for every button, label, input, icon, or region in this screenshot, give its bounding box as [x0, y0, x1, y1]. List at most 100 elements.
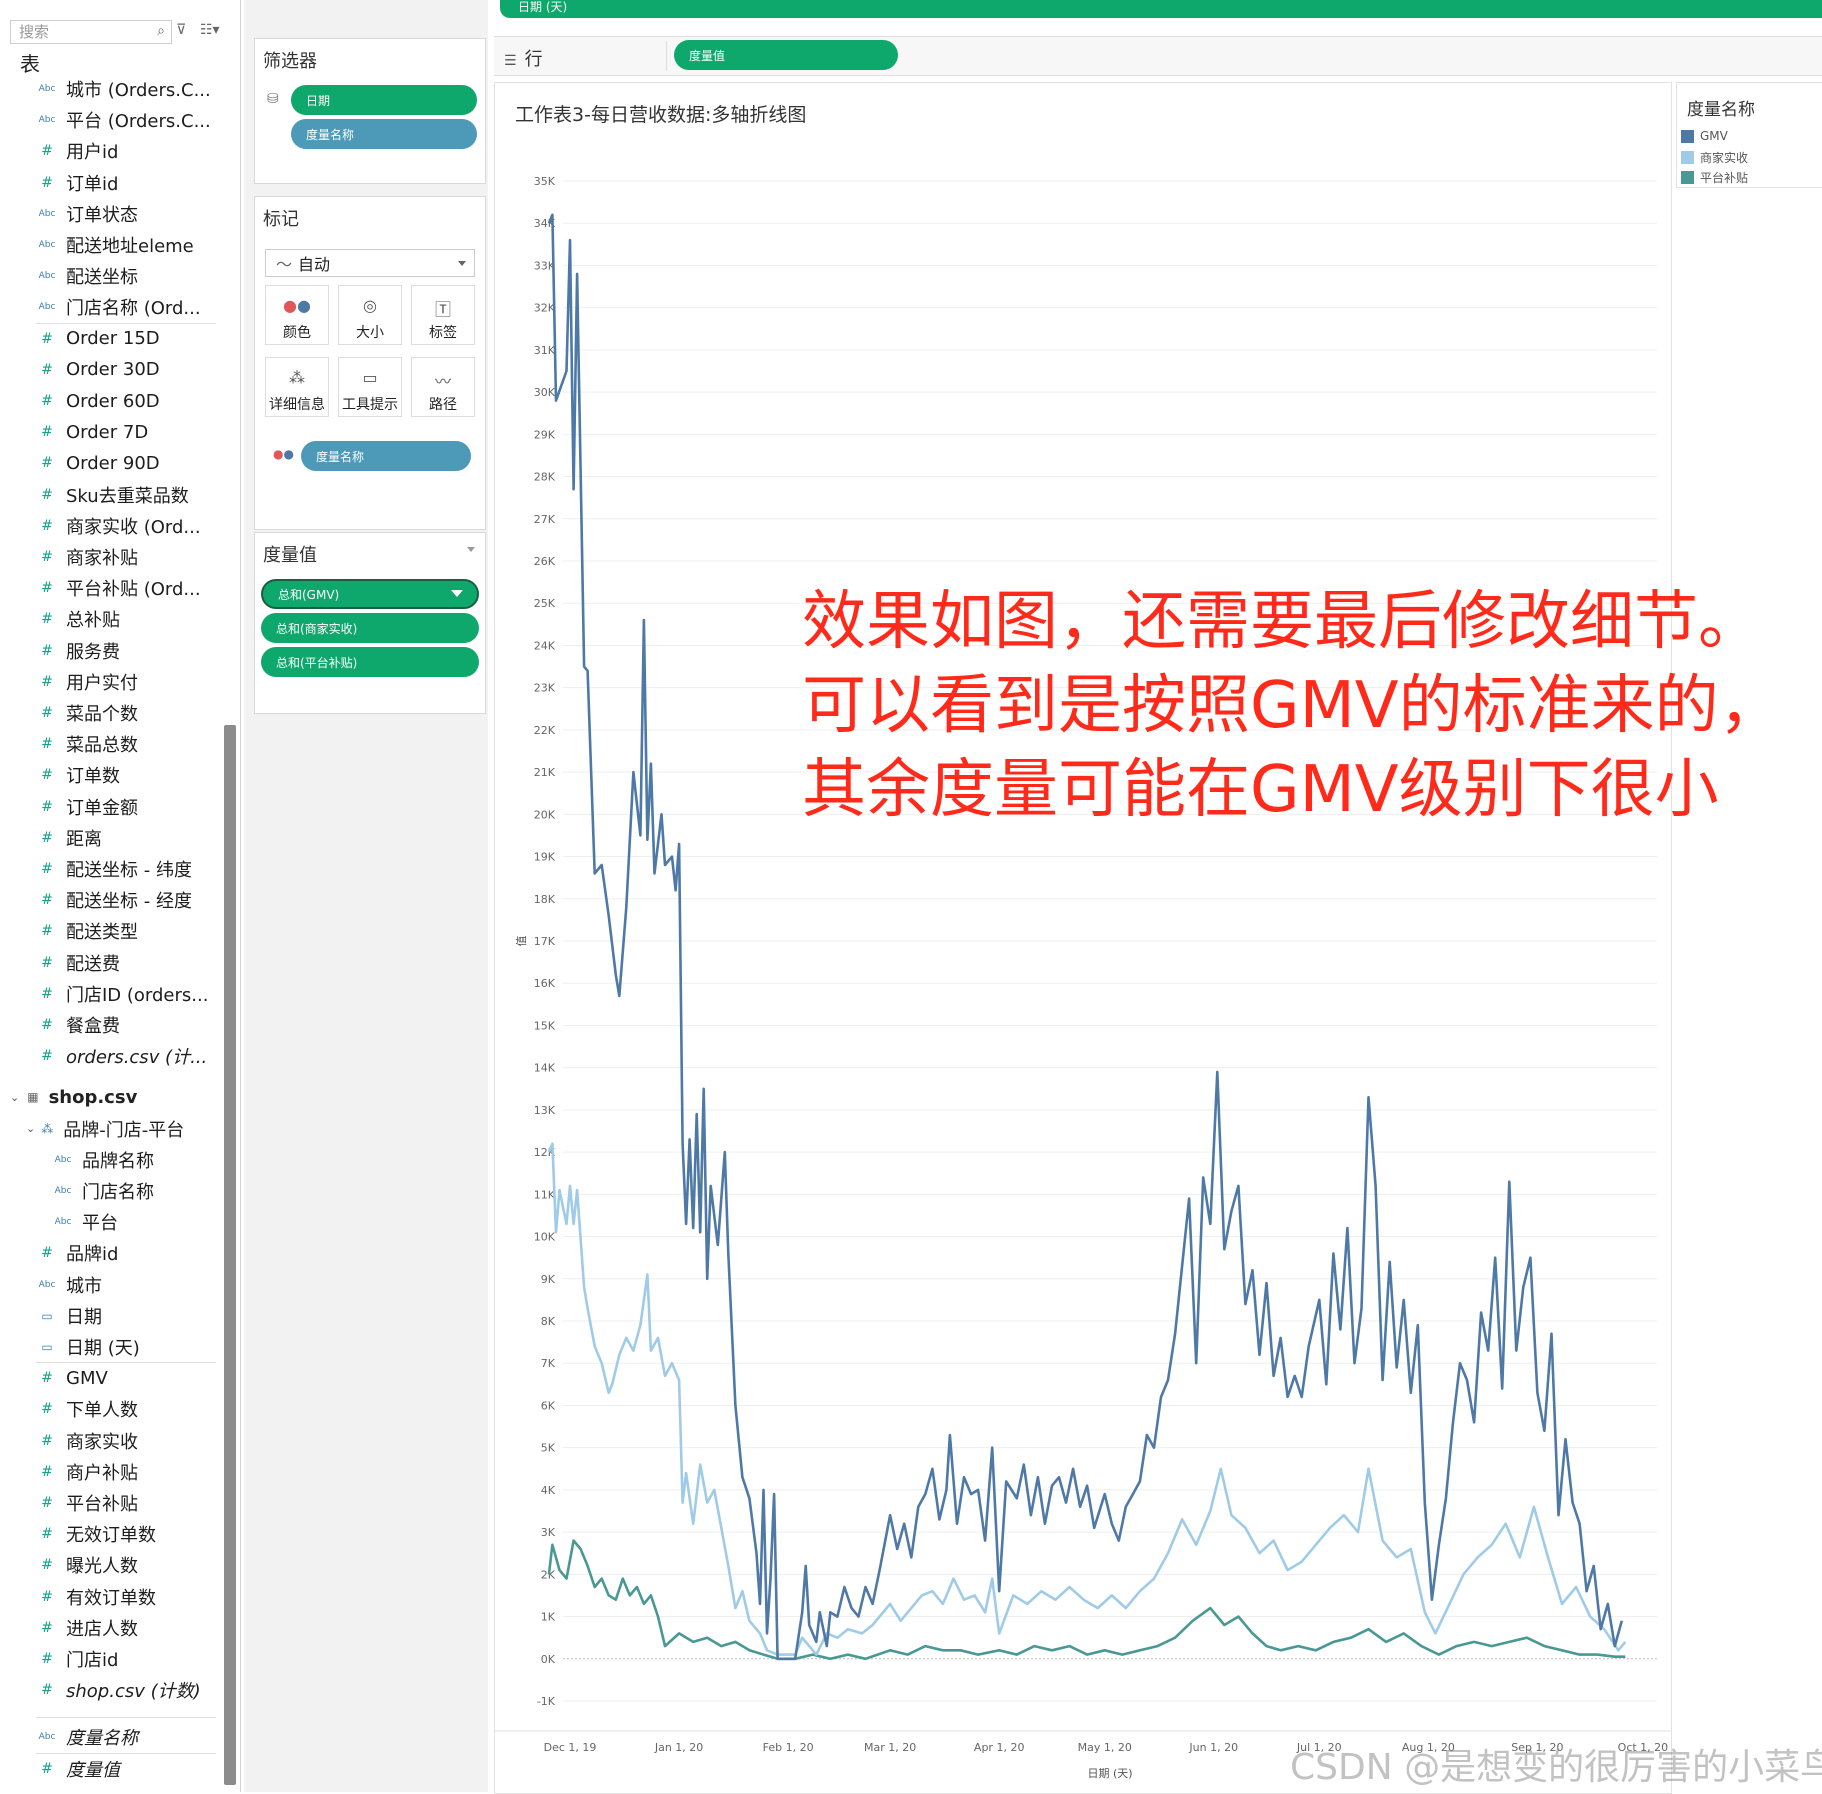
field-item[interactable]: # shop.csv (计数): [0, 1676, 218, 1704]
field-item[interactable]: # 商家补贴: [0, 543, 218, 571]
view-options-icon[interactable]: ☷▾: [200, 22, 220, 38]
legend-item-gmv[interactable]: GMV: [1681, 129, 1728, 143]
field-item[interactable]: # 商家实收 (Ord...: [0, 512, 218, 540]
field-item[interactable]: # 订单金额: [0, 793, 218, 821]
field-item[interactable]: Abc 城市 (Orders.C...: [0, 75, 218, 103]
series-line-平台补贴[interactable]: [547, 1539, 1626, 1661]
field-item[interactable]: ▭ 日期 (天): [0, 1333, 218, 1361]
legend-item-merchant-revenue[interactable]: 商家实收: [1681, 149, 1748, 166]
collapse-chevron-icon[interactable]: ⌄: [10, 1091, 19, 1104]
field-item[interactable]: # 菜品个数: [0, 699, 218, 727]
tooltip-button[interactable]: ▭ 工具提示: [338, 357, 402, 417]
field-label: 距离: [66, 828, 102, 850]
field-item[interactable]: # 平台补贴 (Ord...: [0, 574, 218, 602]
field-item[interactable]: # 订单数: [0, 761, 218, 789]
field-item[interactable]: # orders.csv (计...: [0, 1042, 218, 1070]
field-label: 门店ID (orders...: [66, 984, 209, 1006]
number-type-icon: #: [41, 1760, 53, 1777]
field-item[interactable]: Abc 平台: [0, 1208, 218, 1236]
field-item[interactable]: Abc 门店名称 (Ord...: [0, 293, 218, 321]
field-item[interactable]: # Order 30D: [0, 356, 218, 384]
columns-pill-date-day[interactable]: 日期 (天): [500, 0, 1822, 18]
series-line-GMV[interactable]: [547, 213, 1624, 1661]
mark-type-label: 自动: [298, 255, 331, 274]
field-item[interactable]: Abc 配送地址eleme: [0, 231, 218, 259]
scrollbar[interactable]: [224, 725, 236, 1785]
field-item[interactable]: # 服务费: [0, 637, 218, 665]
filter-pill-date[interactable]: 日期: [291, 85, 477, 115]
filter-icon[interactable]: ⊽: [176, 22, 186, 38]
field-item[interactable]: # 配送坐标 - 经度: [0, 886, 218, 914]
field-item[interactable]: # 商家实收: [0, 1427, 218, 1455]
field-item[interactable]: # 进店人数: [0, 1614, 218, 1642]
field-item[interactable]: # Order 60D: [0, 387, 218, 415]
field-item[interactable]: Abc 度量名称: [0, 1723, 218, 1751]
field-label: GMV: [66, 1367, 108, 1389]
data-pane: ⌕ ⊽ ☷▾ 表 Abc 城市 (Orders.C... Abc 平台 (Orders…: [0, 0, 241, 1792]
filter-pill-measure-names[interactable]: 度量名称: [291, 119, 477, 149]
field-item[interactable]: # 总补贴: [0, 605, 218, 633]
field-item[interactable]: # 距离: [0, 824, 218, 852]
mark-type-dropdown[interactable]: 〜 自动: [265, 249, 475, 277]
field-item[interactable]: # Order 15D: [0, 325, 218, 353]
label-button[interactable]: 🅃 标签: [411, 285, 475, 345]
hierarchy-name: 品牌-门店-平台: [63, 1119, 185, 1141]
field-item[interactable]: # Order 90D: [0, 449, 218, 477]
measure-pill-merchant-revenue[interactable]: 总和(商家实收): [261, 613, 479, 643]
field-item[interactable]: # 有效订单数: [0, 1583, 218, 1611]
search-input[interactable]: [17, 21, 141, 43]
collapse-chevron-icon[interactable]: ⌄: [26, 1122, 35, 1135]
search-box[interactable]: ⌕: [10, 20, 172, 44]
field-item[interactable]: # 品牌id: [0, 1239, 218, 1267]
filters-title: 筛选器: [263, 51, 317, 72]
field-item[interactable]: # 用户实付: [0, 668, 218, 696]
path-button[interactable]: 〰路径: [411, 357, 475, 417]
field-item[interactable]: # GMV: [0, 1364, 218, 1392]
y-tick-label: 3K: [541, 1526, 556, 1539]
field-item[interactable]: Abc 平台 (Orders.C...: [0, 106, 218, 134]
hierarchy-header[interactable]: ⌄ ⁂ 品牌-门店-平台: [0, 1115, 218, 1143]
field-item[interactable]: # 下单人数: [0, 1395, 218, 1423]
field-item[interactable]: # 配送费: [0, 949, 218, 977]
field-item[interactable]: # 用户id: [0, 137, 218, 165]
field-label: Sku去重菜品数: [66, 485, 189, 507]
field-item[interactable]: # 度量值: [0, 1755, 218, 1783]
y-tick-label: 17K: [534, 935, 556, 948]
field-item[interactable]: Abc 品牌名称: [0, 1146, 218, 1174]
field-item[interactable]: # 曝光人数: [0, 1551, 218, 1579]
field-item[interactable]: Abc 门店名称: [0, 1177, 218, 1205]
field-item[interactable]: # 平台补贴: [0, 1489, 218, 1517]
field-item[interactable]: ▭ 日期: [0, 1302, 218, 1330]
field-item[interactable]: # Order 7D: [0, 418, 218, 446]
number-type-icon: #: [41, 673, 53, 690]
number-type-icon: #: [41, 580, 53, 597]
color-button[interactable]: ●● 颜色: [265, 285, 329, 345]
field-item[interactable]: # 商户补贴: [0, 1458, 218, 1486]
number-type-icon: #: [41, 549, 53, 565]
field-item[interactable]: Abc 配送坐标: [0, 262, 218, 290]
field-item[interactable]: # 餐盒费: [0, 1011, 218, 1039]
detail-button[interactable]: ⁂ 详细信息: [265, 357, 329, 417]
measure-pill-gmv[interactable]: 总和(GMV): [261, 579, 479, 609]
measure-pill-platform-subsidy[interactable]: 总和(平台补贴): [261, 647, 479, 677]
field-item[interactable]: Abc 城市: [0, 1271, 218, 1299]
field-item[interactable]: # 门店ID (orders...: [0, 980, 218, 1008]
chevron-down-icon[interactable]: [467, 547, 475, 552]
field-item[interactable]: # 订单id: [0, 169, 218, 197]
field-item[interactable]: # 菜品总数: [0, 730, 218, 758]
table-header-shop[interactable]: ⌄ ▦ shop.csv: [0, 1083, 218, 1111]
rows-pill-measure-values[interactable]: 度量值: [674, 40, 898, 70]
field-item[interactable]: # 门店id: [0, 1645, 218, 1673]
field-label: 菜品个数: [66, 704, 138, 725]
field-item[interactable]: # 配送坐标 - 纬度: [0, 855, 218, 883]
color-pill-measure-names[interactable]: 度量名称: [301, 441, 471, 471]
size-button[interactable]: ◎ 大小: [338, 285, 402, 345]
field-item[interactable]: # 无效订单数: [0, 1520, 218, 1548]
field-item[interactable]: # 配送类型: [0, 917, 218, 945]
line-chart[interactable]: 工作表3-每日营收数据:多轴折线图-1K0K1K2K3K4K5K6K7K8K9K…: [495, 83, 1671, 1793]
field-label: 订单金额: [66, 797, 138, 819]
field-item[interactable]: Abc 订单状态: [0, 200, 218, 228]
field-item[interactable]: # Sku去重菜品数: [0, 481, 218, 509]
search-icon[interactable]: ⌕: [157, 23, 165, 39]
legend-item-platform-subsidy[interactable]: 平台补贴: [1681, 169, 1748, 186]
